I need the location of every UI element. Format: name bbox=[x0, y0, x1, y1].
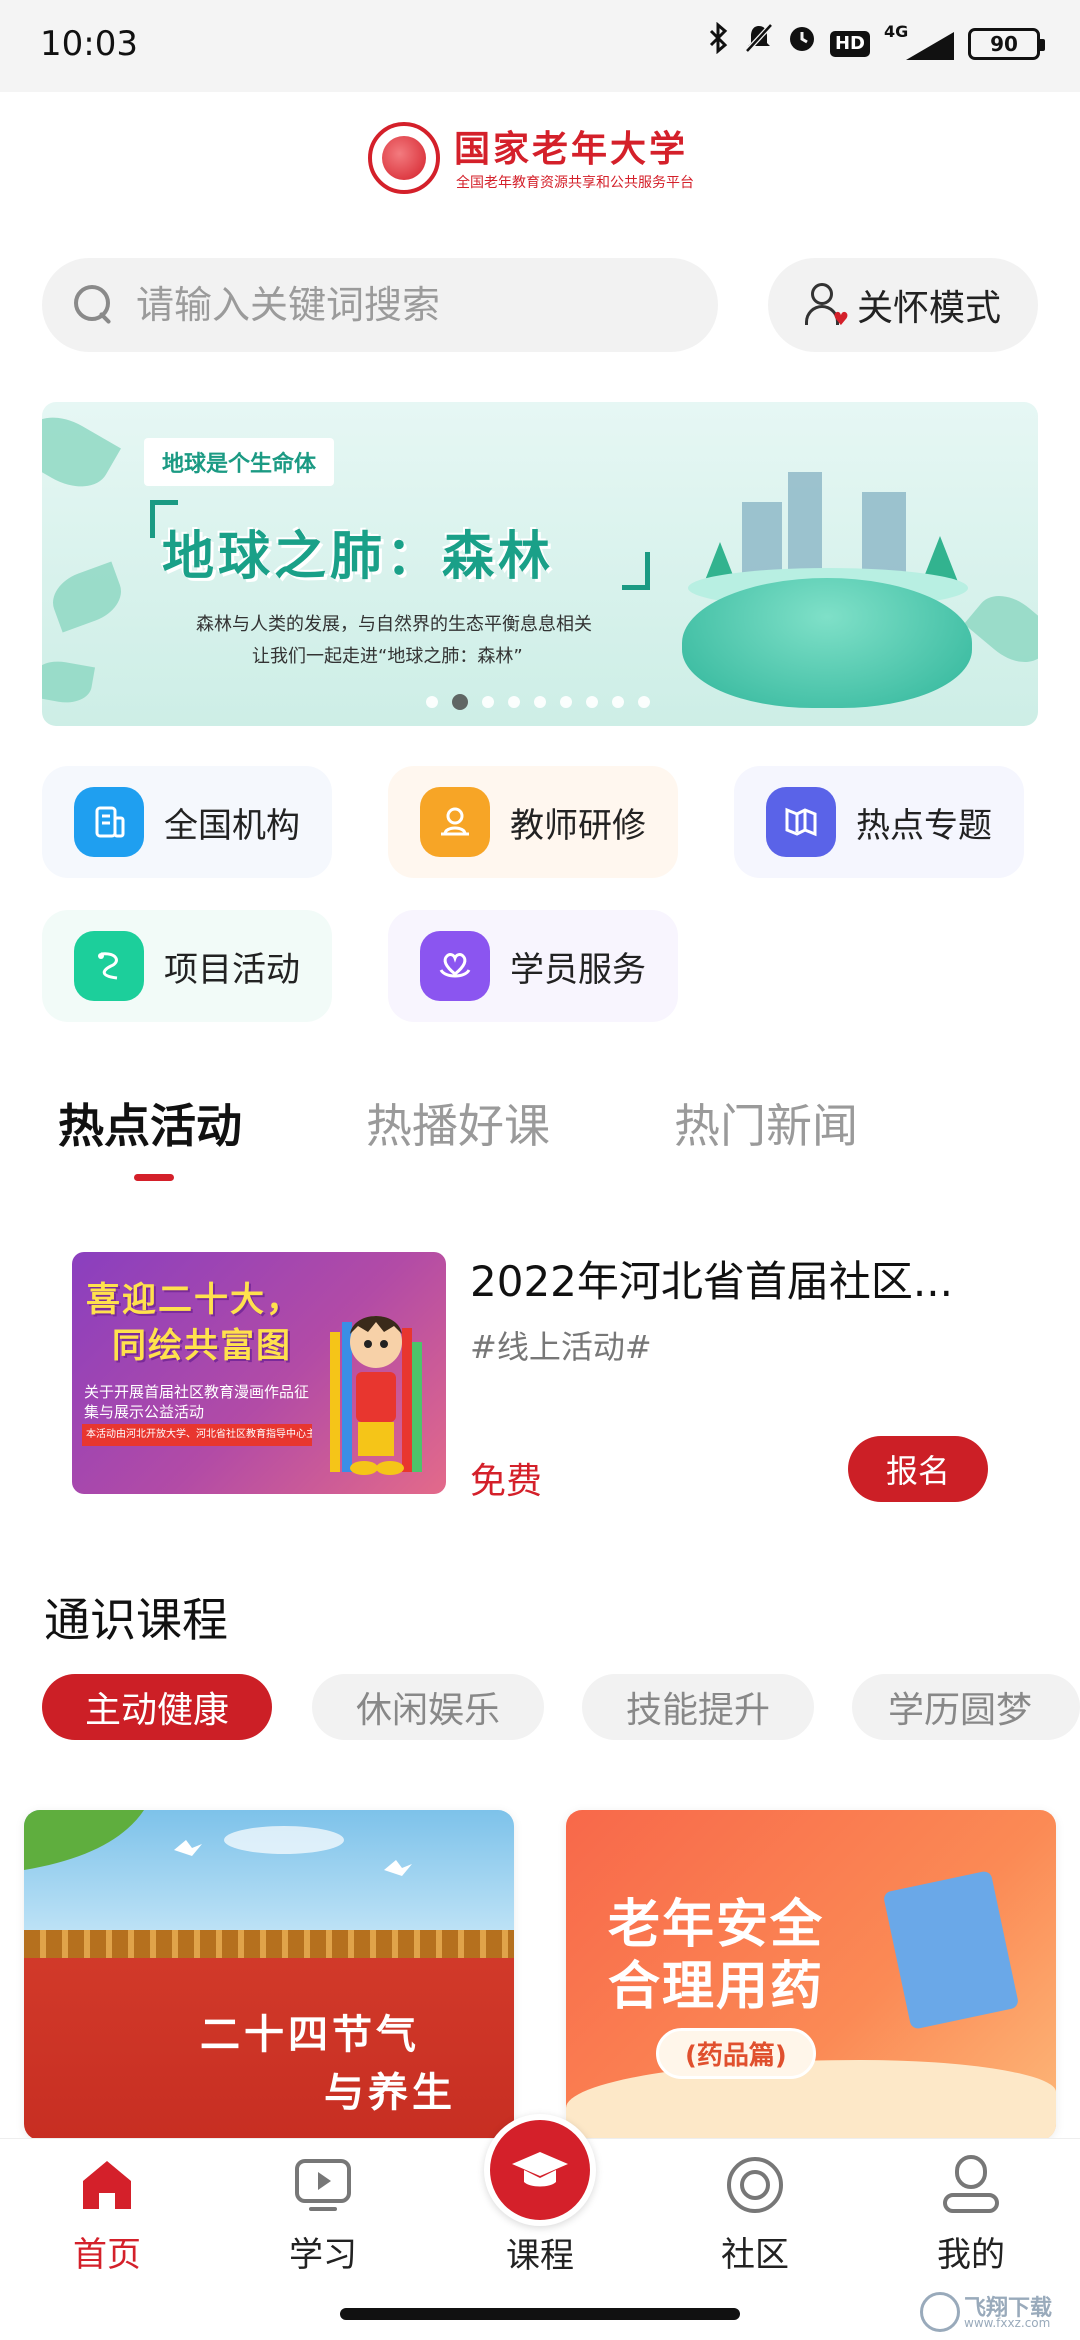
heart-hands-icon bbox=[420, 931, 490, 1001]
nav-community[interactable]: 社区 bbox=[680, 2153, 830, 2276]
carousel-dot[interactable] bbox=[534, 696, 546, 708]
carousel-indicator[interactable] bbox=[426, 694, 650, 710]
search-bar[interactable] bbox=[42, 258, 718, 352]
earth-illustration bbox=[682, 578, 972, 708]
chip-active-health[interactable]: 主动健康 bbox=[42, 1674, 272, 1740]
tab-hot-activities[interactable]: 热点活动 bbox=[58, 1090, 242, 1156]
carousel-dot[interactable] bbox=[612, 696, 624, 708]
quick-link-label: 热点专题 bbox=[856, 805, 992, 846]
watermark-logo-icon bbox=[920, 2292, 960, 2332]
building-icon bbox=[74, 787, 144, 857]
banner-title: 地球之肺：森林 bbox=[162, 527, 555, 587]
course-title-line1: 二十四节气 bbox=[200, 2012, 420, 2058]
graduation-cap-icon bbox=[512, 2152, 568, 2187]
nav-home[interactable]: 首页 bbox=[32, 2153, 182, 2276]
bluetooth-icon bbox=[708, 21, 730, 65]
quick-link-project-activities[interactable]: 项目活动 bbox=[42, 910, 332, 1022]
quick-link-label: 全国机构 bbox=[164, 805, 300, 846]
logo-emblem-icon bbox=[368, 122, 440, 194]
thumbnail-headline-1: 喜迎二十大， bbox=[86, 1280, 302, 1320]
thumbnail-headline-2: 同绘共富图 bbox=[112, 1326, 292, 1366]
course-title-line2: 与养生 bbox=[324, 2070, 456, 2116]
care-mode-label: 关怀模式 bbox=[856, 288, 1001, 329]
activity-thumbnail[interactable]: 喜迎二十大， 同绘共富图 关于开展首届社区教育漫画作品征集与展示公益活动 本活动… bbox=[72, 1252, 446, 1494]
nav-label: 学习 bbox=[289, 2235, 357, 2275]
app-logo: 国家老年大学 全国老年教育资源共享和公共服务平台 bbox=[368, 118, 712, 202]
carousel-dot[interactable] bbox=[508, 696, 520, 708]
thumbnail-description: 关于开展首届社区教育漫画作品征集与展示公益活动 bbox=[84, 1383, 310, 1421]
search-input[interactable] bbox=[136, 283, 656, 327]
banner-description-2: 让我们一起走进“地球之肺：森林” bbox=[252, 646, 523, 667]
hd-badge: HD bbox=[829, 30, 870, 57]
carousel-dot[interactable] bbox=[482, 696, 494, 708]
tab-active-indicator bbox=[134, 1174, 174, 1181]
quick-link-teacher-training[interactable]: 教师研修 bbox=[388, 766, 678, 878]
mute-icon bbox=[744, 22, 774, 65]
nav-label: 社区 bbox=[721, 2235, 789, 2275]
watermark: 飞翔下载 www.fxxz.com bbox=[910, 2290, 1070, 2336]
chip-leisure[interactable]: 休闲娱乐 bbox=[312, 1674, 544, 1740]
home-icon bbox=[83, 2161, 131, 2209]
nav-courses-label[interactable]: 课程 bbox=[440, 2228, 640, 2277]
thumbnail-footer: 本活动由河北开放大学、河北省社区教育指导中心主办 bbox=[82, 1424, 312, 1446]
carousel-dot[interactable] bbox=[560, 696, 572, 708]
carousel-dot[interactable] bbox=[452, 694, 468, 710]
register-button[interactable]: 报名 bbox=[848, 1436, 988, 1502]
activity-tag: #线上活动# bbox=[470, 1328, 652, 1366]
nav-study[interactable]: 学习 bbox=[248, 2153, 398, 2276]
promo-banner[interactable]: 地球是个生命体 地球之肺：森林 森林与人类的发展，与自然界的生态平衡息息相关 让… bbox=[42, 402, 1038, 726]
nav-profile[interactable]: 我的 bbox=[896, 2153, 1046, 2276]
logo-title: 国家老年大学 bbox=[454, 129, 689, 170]
community-icon bbox=[727, 2157, 783, 2213]
cartoon-boy-illustration bbox=[330, 1316, 422, 1475]
logo-subtitle: 全国老年教育资源共享和公共服务平台 bbox=[456, 175, 694, 191]
section-title-general-courses: 通识课程 bbox=[44, 1593, 228, 1647]
tab-hot-courses[interactable]: 热播好课 bbox=[366, 1090, 550, 1156]
activity-price: 免费 bbox=[470, 1461, 543, 1502]
quick-link-student-services[interactable]: 学员服务 bbox=[388, 910, 678, 1022]
book-icon bbox=[766, 787, 836, 857]
quick-link-label: 教师研修 bbox=[510, 805, 646, 846]
nav-courses-button[interactable] bbox=[484, 2114, 596, 2226]
care-mode-button[interactable]: ♥ 关怀模式 bbox=[768, 258, 1038, 352]
quick-link-label: 项目活动 bbox=[164, 949, 300, 990]
activity-icon bbox=[74, 931, 144, 1001]
banner-tag: 地球是个生命体 bbox=[144, 438, 335, 486]
medicine-box-illustration bbox=[882, 1870, 1020, 2030]
battery-level: 90 bbox=[990, 31, 1018, 56]
chip-skills[interactable]: 技能提升 bbox=[582, 1674, 814, 1740]
status-icons: HD 4G 90 bbox=[708, 21, 1045, 65]
care-mode-icon: ♥ bbox=[804, 283, 849, 329]
course-card[interactable]: 二十四节气 与养生 bbox=[24, 1810, 514, 2140]
sky-illustration bbox=[24, 1810, 412, 1876]
status-time: 10:03 bbox=[40, 24, 138, 64]
course-subtitle-pill: (药品篇) bbox=[656, 2028, 816, 2079]
quick-link-hot-topics[interactable]: 热点专题 bbox=[734, 766, 1024, 878]
nav-label: 首页 bbox=[73, 2235, 141, 2275]
carousel-dot[interactable] bbox=[638, 696, 650, 708]
play-icon bbox=[295, 2159, 351, 2211]
tab-hot-news[interactable]: 热门新闻 bbox=[674, 1090, 858, 1156]
home-indicator[interactable] bbox=[340, 2308, 740, 2320]
carousel-dot[interactable] bbox=[426, 696, 438, 708]
search-icon bbox=[74, 285, 114, 325]
course-title-line2: 合理用药 bbox=[608, 1957, 825, 2017]
quick-link-label: 学员服务 bbox=[510, 949, 646, 990]
battery-icon: 90 bbox=[968, 27, 1045, 60]
banner-description-1: 森林与人类的发展，与自然界的生态平衡息息相关 bbox=[196, 614, 592, 635]
signal-icon: 4G bbox=[884, 21, 954, 64]
network-label: 4G bbox=[884, 21, 909, 41]
quick-link-institutions[interactable]: 全国机构 bbox=[42, 766, 332, 878]
profile-icon bbox=[943, 2155, 999, 2213]
clock-icon bbox=[788, 24, 816, 64]
chip-degree[interactable]: 学历圆梦 bbox=[852, 1674, 1080, 1740]
carousel-dot[interactable] bbox=[586, 696, 598, 708]
teacher-icon bbox=[420, 787, 490, 857]
course-card[interactable]: 老年安全 合理用药 (药品篇) bbox=[566, 1810, 1056, 2140]
activity-title[interactable]: 2022年河北省首届社区... bbox=[470, 1248, 990, 1309]
status-bar: 10:03 HD 4G 90 bbox=[0, 0, 1080, 92]
nav-label: 我的 bbox=[937, 2235, 1005, 2275]
watermark-url: www.fxxz.com bbox=[964, 2316, 1051, 2330]
